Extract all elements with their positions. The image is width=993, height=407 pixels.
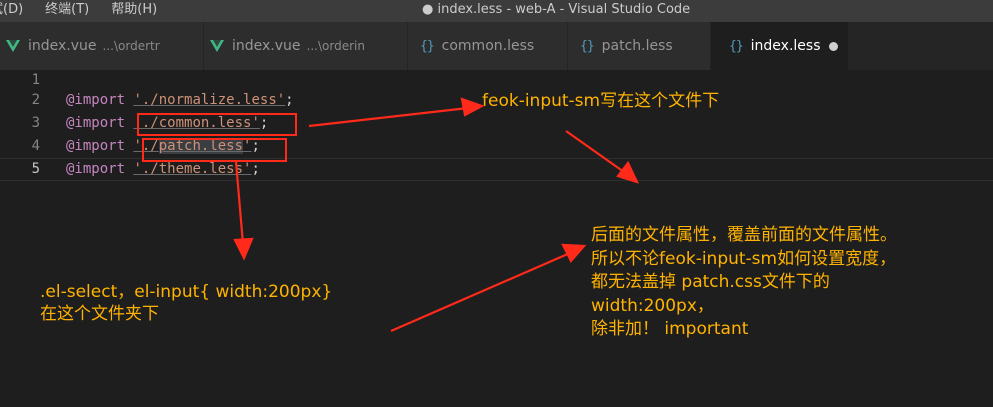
arrowhead: [460, 97, 485, 117]
arrowhead: [561, 243, 587, 263]
annotation-arrows: [233, 97, 640, 333]
arrowhead: [616, 160, 640, 184]
arrow-from-note3: [390, 251, 571, 333]
arrow-to-note3-top: [565, 130, 625, 173]
arrowhead: [233, 237, 254, 261]
arrow-to-note1: [308, 106, 469, 128]
arrow-to-note2: [234, 161, 245, 245]
